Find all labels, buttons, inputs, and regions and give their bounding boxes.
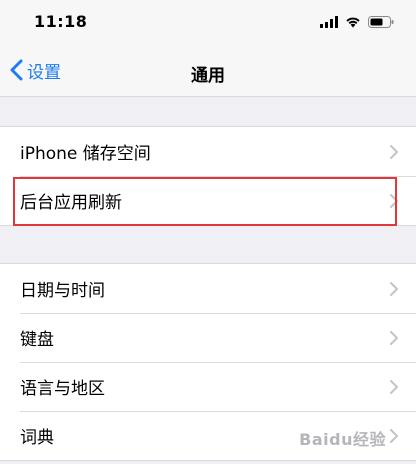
wifi-icon (346, 17, 360, 28)
chevron-right-icon (390, 194, 398, 208)
status-icons (320, 14, 394, 30)
list-item-label: 语言与地区 (20, 379, 105, 399)
list-item-label: 词典 (20, 428, 54, 448)
list-item-label: iPhone 储存空间 (20, 144, 151, 164)
status-time: 11:18 (34, 12, 88, 31)
list-item-date-time[interactable]: 日期与时间 (0, 264, 416, 313)
chevron-right-icon (390, 331, 398, 345)
settings-group-storage: iPhone 储存空间 后台应用刷新 (0, 126, 416, 226)
chevron-right-icon (390, 145, 398, 159)
list-item-background-app-refresh[interactable]: 后台应用刷新 (0, 176, 416, 225)
page-title: 通用 (191, 66, 225, 86)
list-item-iphone-storage[interactable]: iPhone 储存空间 (0, 127, 416, 176)
chevron-right-icon (390, 282, 398, 296)
status-bar: 11:18 (0, 0, 416, 44)
battery-icon (368, 16, 394, 28)
chevron-right-icon (390, 429, 398, 443)
list-item-label: 键盘 (20, 330, 54, 350)
watermark: Baidu经验 (299, 430, 386, 449)
navigation-bar: 设置 通用 (0, 44, 416, 97)
chevron-right-icon (390, 380, 398, 394)
list-item-label: 后台应用刷新 (20, 193, 122, 213)
list-item-keyboard[interactable]: 键盘 (0, 313, 416, 362)
list-item-language-region[interactable]: 语言与地区 (0, 362, 416, 411)
cellular-signal-icon (320, 16, 338, 28)
list-item-label: 日期与时间 (20, 281, 105, 301)
